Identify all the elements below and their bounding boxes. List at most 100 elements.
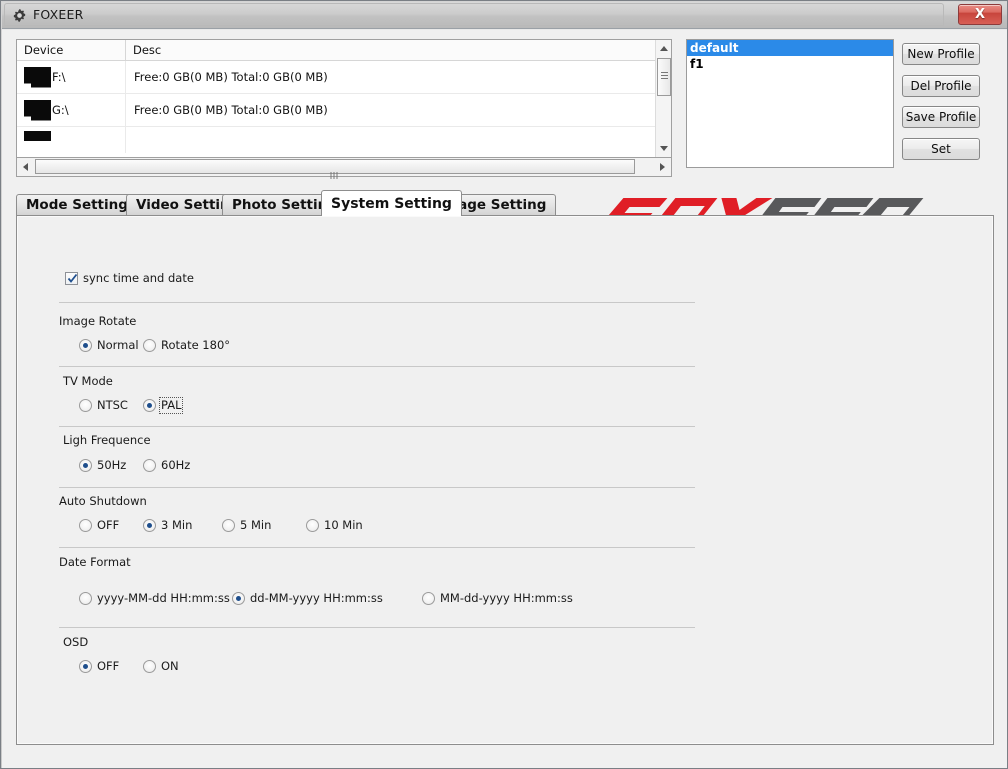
section-label-auto-shutdown: Auto Shutdown: [59, 494, 147, 508]
radio-date-format-dd-mm-yyyy[interactable]: dd-MM-yyyy HH:mm:ss: [232, 592, 383, 605]
radio-auto-shutdown-3min[interactable]: 3 Min: [143, 519, 192, 532]
scroll-grip-icon: [661, 72, 668, 81]
radio-auto-shutdown-5min[interactable]: 5 Min: [222, 519, 271, 532]
device-grid[interactable]: Device Desc F:\ Free:0 GB(0 MB) Total:0 …: [16, 39, 672, 158]
bottom-panel: [16, 745, 994, 768]
radio-auto-shutdown-10min[interactable]: 10 Min: [306, 519, 363, 532]
radio-label: NTSC: [97, 398, 128, 412]
scroll-left-icon[interactable]: [17, 158, 34, 175]
radio-unselected-icon: [79, 519, 92, 532]
set-button[interactable]: Set: [902, 138, 980, 160]
tab-mode-setting[interactable]: Mode Setting: [16, 194, 138, 216]
radio-unselected-icon: [79, 399, 92, 412]
sd-card-icon: [24, 131, 51, 141]
radio-label: OFF: [97, 659, 120, 673]
radio-label: ON: [161, 659, 179, 673]
divider: [59, 302, 695, 303]
radio-image-rotate-normal[interactable]: Normal: [79, 339, 139, 352]
device-cell: F:\: [17, 60, 126, 94]
list-item[interactable]: default: [687, 40, 893, 56]
radio-unselected-icon: [422, 592, 435, 605]
device-desc: Free:0 GB(0 MB) Total:0 GB(0 MB): [134, 70, 328, 84]
radio-label: 3 Min: [161, 518, 193, 532]
radio-osd-on[interactable]: ON: [143, 660, 179, 673]
radio-label: 50Hz: [97, 458, 127, 472]
tab-strip: Mode Setting Video Setting Photo Setting…: [16, 190, 994, 216]
radio-ligh-frequence-60hz[interactable]: 60Hz: [143, 459, 190, 472]
device-letter: F:\: [52, 70, 66, 84]
radio-label: OFF: [97, 518, 120, 532]
device-grid-header: Device Desc: [17, 40, 671, 61]
divider: [59, 627, 695, 628]
radio-label: PAL: [158, 397, 184, 414]
sd-card-icon: [24, 99, 51, 121]
close-button[interactable]: X: [958, 4, 1002, 25]
grid-horizontal-scrollbar[interactable]: [16, 158, 672, 179]
column-header-device[interactable]: Device: [17, 40, 126, 61]
radio-label: 5 Min: [240, 518, 272, 532]
radio-label: MM-dd-yyyy HH:mm:ss: [440, 591, 573, 605]
radio-unselected-icon: [222, 519, 235, 532]
radio-date-format-mm-dd-yyyy[interactable]: MM-dd-yyyy HH:mm:ss: [422, 592, 573, 605]
radio-selected-icon: [232, 592, 245, 605]
radio-selected-icon: [143, 519, 156, 532]
sync-time-and-date-label: sync time and date: [83, 271, 194, 285]
radio-unselected-icon: [143, 459, 156, 472]
del-profile-button[interactable]: Del Profile: [902, 75, 980, 97]
scroll-grip-icon: [330, 164, 340, 179]
radio-unselected-icon: [306, 519, 319, 532]
radio-label: Rotate 180°: [161, 338, 231, 352]
profile-list[interactable]: default f1: [686, 39, 894, 168]
radio-unselected-icon: [143, 339, 156, 352]
sync-time-and-date-checkbox[interactable]: sync time and date: [65, 272, 194, 285]
radio-label: dd-MM-yyyy HH:mm:ss: [250, 591, 383, 605]
section-label-image-rotate: Image Rotate: [59, 314, 137, 328]
scroll-right-icon[interactable]: [654, 158, 671, 175]
section-label-date-format: Date Format: [59, 555, 131, 569]
close-icon: X: [974, 7, 986, 22]
radio-label: 10 Min: [324, 518, 363, 532]
table-row[interactable]: [17, 119, 655, 153]
radio-selected-icon: [79, 339, 92, 352]
radio-unselected-icon: [143, 660, 156, 673]
radio-date-format-yyyy-mm-dd[interactable]: yyyy-MM-dd HH:mm:ss: [79, 592, 230, 605]
radio-auto-shutdown-off[interactable]: OFF: [79, 519, 119, 532]
radio-osd-off[interactable]: OFF: [79, 660, 119, 673]
scroll-up-icon[interactable]: [656, 40, 671, 57]
radio-selected-icon: [79, 660, 92, 673]
radio-selected-icon: [143, 399, 156, 412]
save-profile-button[interactable]: Save Profile: [902, 106, 980, 128]
application-window: FOXEER X Device Desc F:\ Free:0 GB(0 MB)…: [0, 0, 1008, 769]
section-label-ligh-frequence: Ligh Frequence: [63, 433, 151, 447]
gear-icon: [12, 8, 27, 23]
client-area: Device Desc F:\ Free:0 GB(0 MB) Total:0 …: [2, 29, 1007, 768]
table-row[interactable]: F:\ Free:0 GB(0 MB) Total:0 GB(0 MB): [17, 60, 655, 94]
radio-tv-mode-ntsc[interactable]: NTSC: [79, 399, 128, 412]
radio-label: 60Hz: [161, 458, 191, 472]
divider: [59, 426, 695, 427]
radio-label: yyyy-MM-dd HH:mm:ss: [97, 591, 230, 605]
section-label-osd: OSD: [63, 635, 89, 649]
radio-selected-icon: [79, 459, 92, 472]
checkbox-checked-icon: [65, 272, 78, 285]
section-label-tv-mode: TV Mode: [63, 374, 113, 388]
divider: [59, 547, 695, 548]
list-item[interactable]: f1: [687, 56, 893, 72]
vertical-scroll-thumb[interactable]: [657, 58, 671, 96]
tab-system-setting[interactable]: System Setting: [321, 190, 462, 216]
horizontal-scroll-thumb[interactable]: [35, 159, 635, 179]
column-header-desc[interactable]: Desc: [126, 40, 671, 61]
radio-tv-mode-pal[interactable]: PAL: [143, 397, 184, 414]
radio-image-rotate-180[interactable]: Rotate 180°: [143, 339, 230, 352]
sd-card-icon: [24, 66, 51, 88]
device-cell: [17, 119, 126, 153]
device-letter: G:\: [52, 103, 69, 117]
grid-vertical-scrollbar[interactable]: [655, 40, 671, 157]
divider: [59, 366, 695, 367]
scroll-down-icon[interactable]: [656, 140, 671, 157]
system-setting-panel: sync time and date Image Rotate Normal R…: [16, 215, 994, 745]
divider: [59, 487, 695, 488]
title-bar-bevel: [4, 3, 944, 26]
new-profile-button[interactable]: New Profile: [902, 43, 980, 65]
radio-ligh-frequence-50hz[interactable]: 50Hz: [79, 459, 126, 472]
